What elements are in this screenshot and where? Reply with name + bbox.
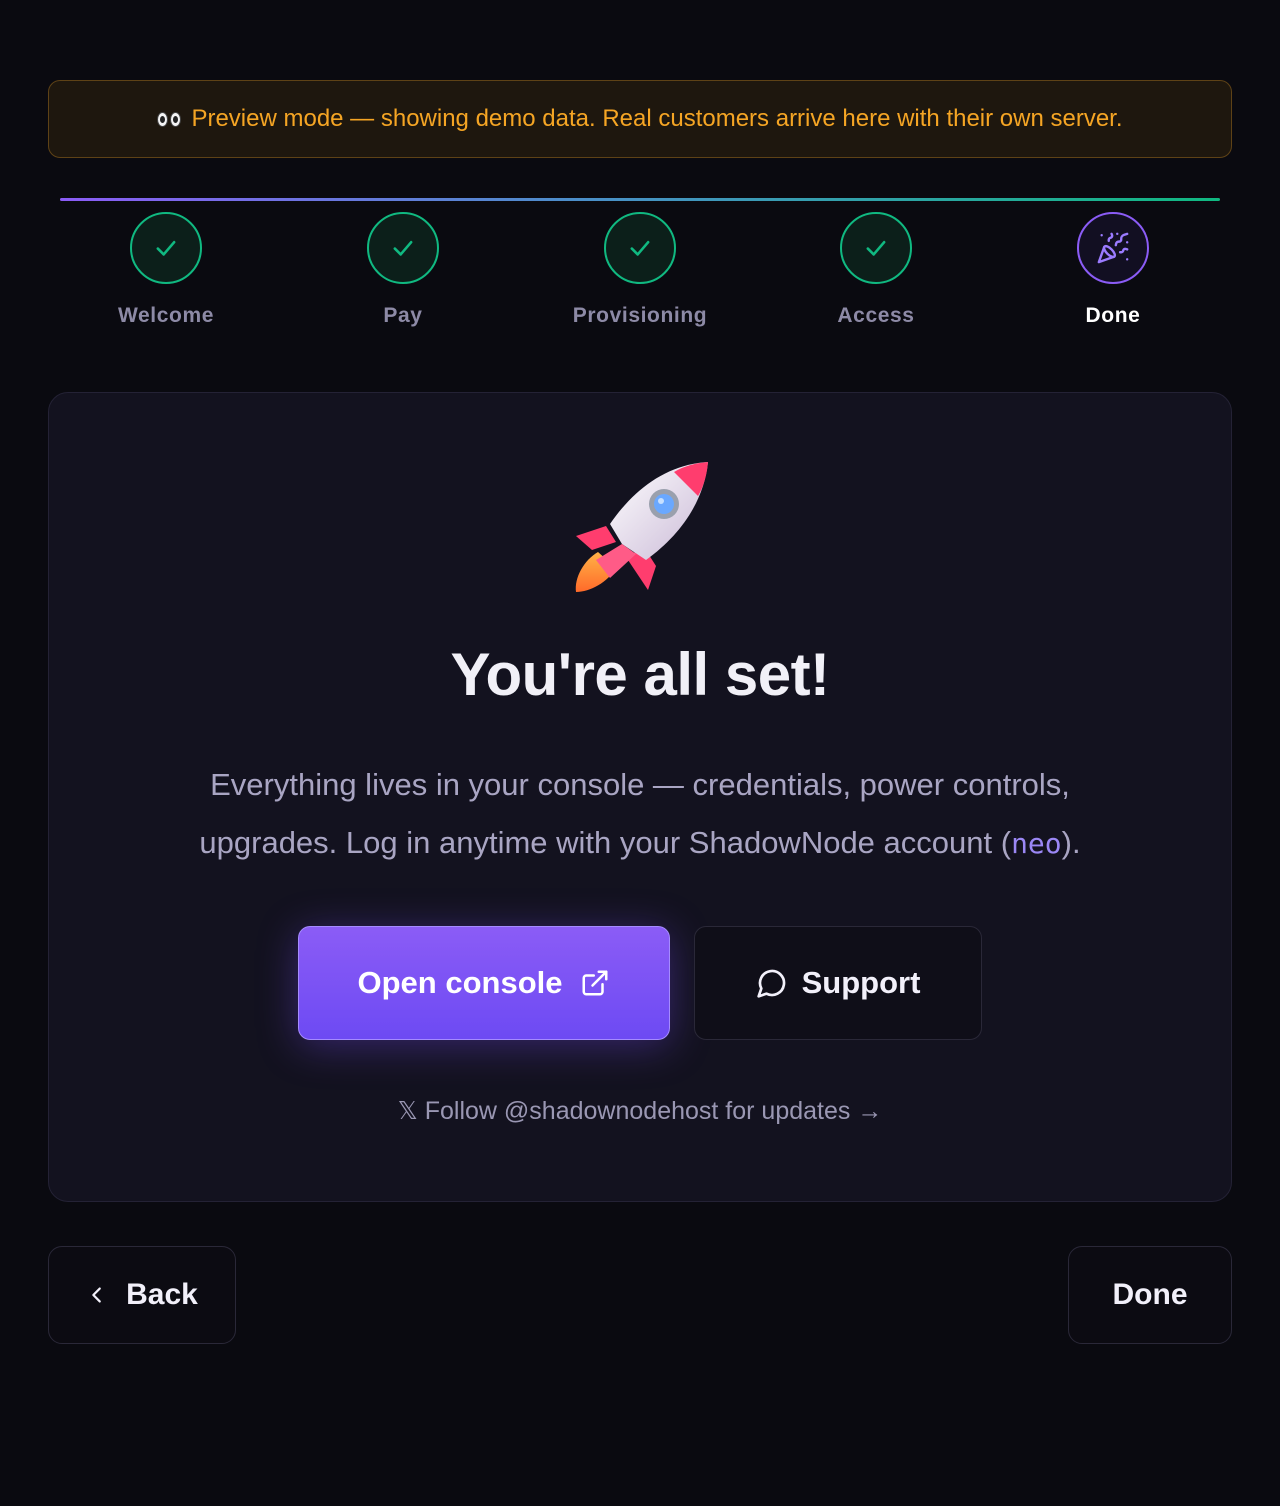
check-icon: [630, 240, 650, 256]
step-label-access: Access: [837, 304, 915, 327]
step-done: Done: [1013, 212, 1213, 328]
step-label-provisioning: Provisioning: [572, 304, 708, 327]
step-circle-welcome: [130, 212, 202, 284]
check-icon: [393, 240, 413, 256]
rocket-icon: [575, 462, 708, 592]
support-button[interactable]: Support: [694, 926, 982, 1040]
step-provisioning: Provisioning: [540, 212, 740, 328]
step-circle-done: [1077, 212, 1149, 284]
open-console-label: Open console: [357, 965, 563, 1000]
eyes-icon: [157, 111, 182, 127]
open-console-button[interactable]: Open console: [298, 926, 670, 1040]
chevron-left-icon: [92, 1287, 101, 1303]
step-label-welcome: Welcome: [117, 304, 214, 327]
description-text-end: ).: [1061, 825, 1081, 860]
step-label-pay: Pay: [383, 304, 423, 327]
stepper-progress-bar: [60, 198, 1220, 201]
completion-description: Everything lives in your console — crede…: [150, 756, 1130, 873]
account-username: neo: [1011, 827, 1062, 860]
step-pay: Pay: [303, 212, 503, 328]
step-welcome: Welcome: [66, 212, 266, 328]
chat-bubble-icon: [756, 969, 785, 998]
step-circle-access: [840, 212, 912, 284]
party-popper-icon: [1097, 232, 1129, 264]
step-label-done: Done: [1085, 304, 1141, 327]
step-circle-pay: [367, 212, 439, 284]
step-access: Access: [776, 212, 976, 328]
support-label: Support: [801, 965, 921, 1000]
check-icon: [866, 240, 886, 256]
follow-x-link[interactable]: 𝕏 Follow @shadownodehost for updates →: [48, 1096, 1232, 1126]
description-text: Everything lives in your console — crede…: [199, 767, 1070, 860]
completion-title: You're all set!: [450, 641, 830, 708]
preview-banner-text: Preview mode — showing demo data. Real c…: [191, 105, 1123, 132]
back-button[interactable]: Back: [48, 1246, 236, 1344]
done-button[interactable]: Done: [1068, 1246, 1232, 1344]
external-link-icon: [582, 970, 608, 996]
back-label: Back: [126, 1278, 198, 1311]
preview-banner: Preview mode — showing demo data. Real c…: [48, 80, 1232, 158]
done-label: Done: [1112, 1278, 1188, 1311]
check-icon: [156, 240, 176, 256]
step-circle-provisioning: [604, 212, 676, 284]
